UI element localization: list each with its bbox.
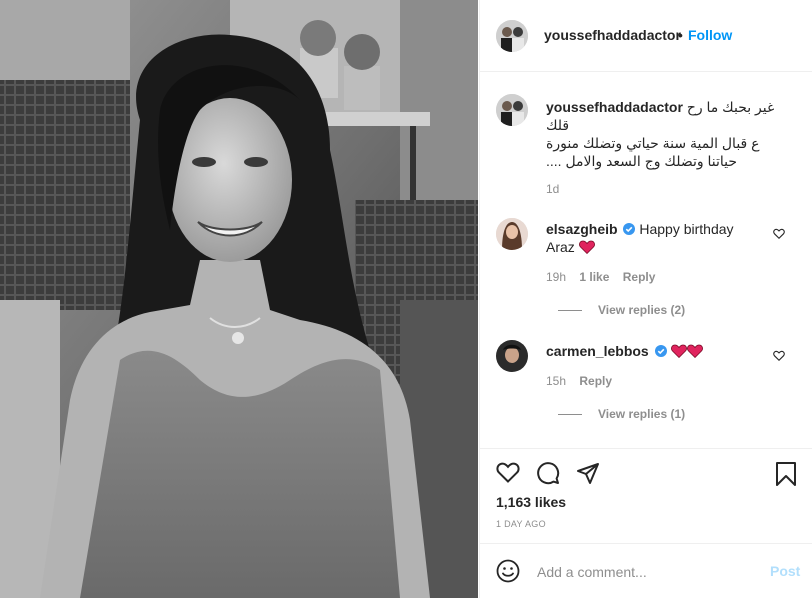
follow-button[interactable]: Follow xyxy=(688,27,732,43)
comment-meta: 15h Reply xyxy=(546,374,612,388)
caption-line-3: ع قبال المية سنة حياتي وتضلك منورة xyxy=(546,135,760,151)
view-replies-button[interactable]: View replies (1) xyxy=(558,407,685,421)
bookmark-icon[interactable] xyxy=(775,461,797,487)
emoji-icon[interactable] xyxy=(496,559,520,583)
post-header: youssefhaddadactor • Follow xyxy=(480,0,812,72)
comment-meta: 19h 1 like Reply xyxy=(546,270,655,284)
comment-icon[interactable] xyxy=(536,461,560,485)
comment-input[interactable] xyxy=(535,560,759,584)
post-side-panel: youssefhaddadactor • Follow youssefhadda… xyxy=(479,0,812,598)
author-username[interactable]: youssefhaddadactor xyxy=(544,27,681,43)
replies-line xyxy=(558,310,582,312)
red-heart-emoji-icon xyxy=(578,240,595,255)
view-replies-button[interactable]: View replies (2) xyxy=(558,303,685,317)
like-comment-icon[interactable] xyxy=(773,350,785,361)
comment-elsazgheib: elsazgheib Happy birthday Araz xyxy=(546,220,746,256)
author-avatar[interactable] xyxy=(496,20,528,52)
caption-line-4: حياتنا وتضلك وج السعد والامل .... xyxy=(546,153,738,169)
like-comment-icon[interactable] xyxy=(773,228,785,239)
post-photo xyxy=(0,0,478,598)
view-replies-label[interactable]: View replies (1) xyxy=(598,407,685,421)
caption-line-1: غير بحبك ما رح xyxy=(686,99,775,115)
likes-count[interactable]: 1,163 likes xyxy=(496,494,566,510)
heart-icon[interactable] xyxy=(496,461,520,483)
post-comment-button[interactable]: Post xyxy=(770,563,800,579)
comment-avatar-carmen[interactable] xyxy=(496,340,528,372)
comment-username[interactable]: elsazgheib xyxy=(546,221,618,237)
add-comment-bar: Post xyxy=(480,543,812,599)
comment-time: 19h xyxy=(546,270,567,284)
verified-badge-icon xyxy=(623,223,636,235)
view-replies-label[interactable]: View replies (2) xyxy=(598,303,685,317)
caption: youssefhaddadactor غير بحبك ما رح قلك ع … xyxy=(546,98,804,170)
comment-text-line-2: Araz xyxy=(546,239,575,255)
share-icon[interactable] xyxy=(576,461,600,485)
red-heart-emoji-icon xyxy=(686,344,703,359)
comment-time: 15h xyxy=(546,374,567,388)
comment-avatar-elsazgheib[interactable] xyxy=(496,218,528,250)
comment-username[interactable]: carmen_lebbos xyxy=(546,343,649,359)
follow-separator: • xyxy=(678,27,683,43)
replies-line xyxy=(558,414,582,416)
comment-carmen: carmen_lebbos xyxy=(546,342,746,360)
caption-avatar[interactable] xyxy=(496,94,528,126)
reply-button[interactable]: Reply xyxy=(579,374,612,388)
comment-text-line-1: Happy birthday xyxy=(639,221,734,237)
comment-likes[interactable]: 1 like xyxy=(579,270,609,284)
caption-time: 1d xyxy=(546,182,560,196)
verified-badge-icon xyxy=(654,345,667,357)
caption-username[interactable]: youssefhaddadactor xyxy=(546,99,683,115)
reply-button[interactable]: Reply xyxy=(623,270,656,284)
caption-line-2: قلك xyxy=(546,117,570,133)
red-heart-emoji-icon xyxy=(670,344,687,359)
post-date[interactable]: 1 DAY AGO xyxy=(496,519,546,529)
